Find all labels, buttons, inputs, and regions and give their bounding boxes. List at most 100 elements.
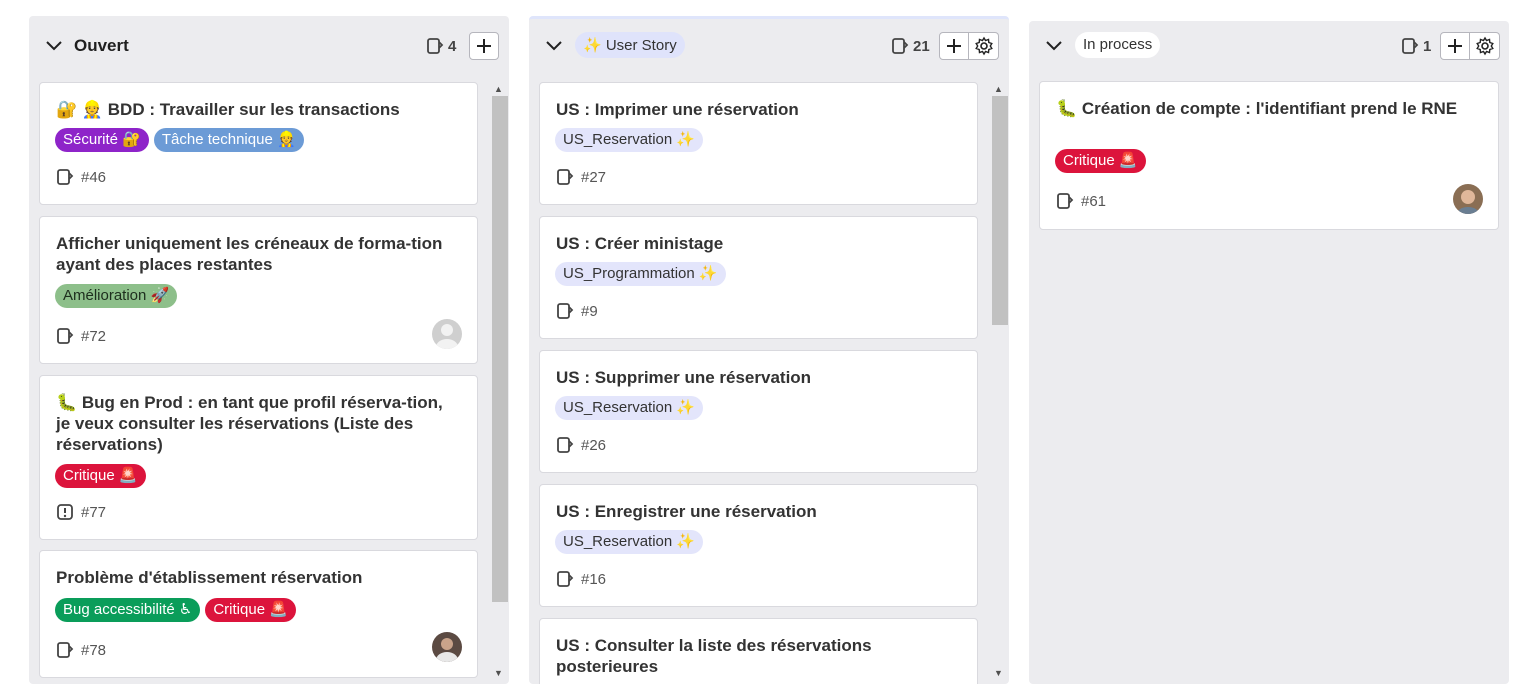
label-tag[interactable]: Amélioration 🚀 [55, 284, 178, 308]
issue-number: #61 [1081, 192, 1107, 210]
issue-card[interactable]: 🔐 👷 BDD : Travailler sur les transaction… [39, 82, 478, 205]
column-header: In process 1 [1029, 21, 1509, 74]
issue-ref[interactable]: #9 [556, 302, 598, 320]
issue-card[interactable]: US : Enregistrer une réservation US_Rese… [539, 484, 978, 607]
issue-count: 4 [426, 37, 456, 55]
issue-ref[interactable]: #16 [556, 570, 606, 588]
label-tag[interactable]: Bug accessibilité ♿ [55, 598, 201, 622]
alert-issue-icon [57, 504, 73, 520]
label-tag[interactable]: Critique 🚨 [205, 598, 296, 622]
issue-card[interactable]: 🐛 Bug en Prod : en tant que profil réser… [39, 375, 478, 540]
add-card-button[interactable] [469, 32, 499, 60]
card-title[interactable]: US : Enregistrer une réservation [556, 501, 947, 522]
issue-ref[interactable]: #27 [556, 168, 606, 186]
kanban-board: Ouvert 4 🔐 👷 BDD : Travailler sur les tr… [0, 0, 1515, 692]
issue-icon [57, 169, 74, 185]
card-title[interactable]: 🐛 Création de compte : l'identifiant pre… [1056, 98, 1468, 119]
issue-card[interactable]: US : Imprimer une réservation US_Reserva… [539, 82, 978, 205]
issue-ref[interactable]: #78 [56, 641, 106, 659]
column-settings-button[interactable] [1470, 32, 1500, 60]
plus-icon [947, 39, 961, 53]
chevron-down-icon[interactable] [543, 36, 565, 54]
issue-icon [557, 437, 574, 453]
scroll-down-arrow-icon[interactable]: ▼ [494, 668, 503, 678]
issue-ref[interactable]: #46 [56, 168, 106, 186]
issue-number: #26 [581, 436, 607, 454]
column-user-story: ✨ User Story 21 US : Imprimer une réserv… [529, 16, 1009, 684]
issue-icon [1057, 193, 1074, 209]
issue-card[interactable]: US : Consulter la liste des réservations… [539, 618, 978, 684]
issue-card[interactable]: US : Supprimer une réservation US_Reserv… [539, 350, 978, 473]
gear-icon [1475, 36, 1494, 56]
card-title[interactable]: Afficher uniquement les créneaux de form… [56, 233, 447, 275]
plus-icon [477, 39, 491, 53]
card-title[interactable]: 🐛 Bug en Prod : en tant que profil réser… [56, 392, 447, 455]
issue-number: #77 [81, 503, 107, 521]
issue-number: #46 [81, 168, 107, 186]
issue-icon [557, 571, 574, 587]
label-tag[interactable]: Sécurité 🔐 [55, 128, 149, 152]
add-card-button[interactable] [1440, 32, 1470, 60]
column-title: In process [1075, 32, 1161, 58]
gear-icon [974, 36, 993, 56]
issue-count: 21 [891, 37, 930, 55]
label-tag[interactable]: US_Reservation ✨ [555, 128, 704, 152]
issue-icon [557, 169, 574, 185]
column-header: ✨ User Story 21 [529, 19, 1009, 74]
scroll-down-arrow-icon[interactable]: ▼ [994, 668, 1003, 678]
issue-card[interactable]: 🐛 Création de compte : l'identifiant pre… [1039, 81, 1499, 230]
issue-card[interactable]: Problème d'établissement réservation Bug… [39, 550, 478, 678]
scrollbar[interactable]: ▲ ▼ [990, 82, 1008, 684]
issue-icon [57, 328, 74, 344]
issue-count-value: 4 [448, 37, 457, 55]
column-title: ✨ User Story [575, 32, 685, 58]
label-tag[interactable]: Critique 🚨 [1055, 149, 1146, 173]
issue-count-value: 21 [913, 37, 930, 55]
column-settings-button[interactable] [969, 32, 999, 60]
label-tag[interactable]: Tâche technique 👷 [153, 128, 304, 152]
scrollbar-thumb[interactable] [492, 96, 508, 602]
column-title: Ouvert [74, 36, 129, 55]
issue-ref[interactable]: #61 [1056, 192, 1106, 210]
card-title[interactable]: 🔐 👷 BDD : Travailler sur les transaction… [56, 99, 447, 120]
issue-icon [892, 38, 909, 54]
chevron-down-icon[interactable] [43, 36, 65, 54]
issue-number: #16 [581, 570, 607, 588]
issue-icon [1402, 38, 1419, 54]
issue-icon [557, 303, 574, 319]
issue-icon [427, 38, 444, 54]
issue-ref[interactable]: #77 [56, 503, 106, 521]
issue-icon [57, 642, 74, 658]
avatar[interactable] [1453, 184, 1483, 214]
scroll-up-arrow-icon[interactable]: ▲ [494, 84, 503, 94]
card-title[interactable]: US : Supprimer une réservation [556, 367, 947, 388]
avatar[interactable] [432, 632, 462, 662]
scroll-up-arrow-icon[interactable]: ▲ [994, 84, 1003, 94]
column-header: Ouvert 4 [29, 16, 509, 74]
issue-count: 1 [1401, 37, 1431, 55]
column-ouvert: Ouvert 4 🔐 👷 BDD : Travailler sur les tr… [29, 16, 509, 684]
chevron-down-icon[interactable] [1043, 36, 1065, 54]
issue-count-value: 1 [1423, 37, 1432, 55]
issue-number: #27 [581, 168, 607, 186]
label-tag[interactable]: US_Reservation ✨ [555, 530, 704, 554]
card-title[interactable]: US : Imprimer une réservation [556, 99, 947, 120]
issue-card[interactable]: US : Créer ministage US_Programmation ✨ … [539, 216, 978, 339]
card-title[interactable]: US : Consulter la liste des réservations… [556, 635, 947, 677]
issue-ref[interactable]: #72 [56, 327, 106, 345]
column-in-process: In process 1 🐛 Création de compte : l'id… [1029, 21, 1509, 684]
card-title[interactable]: Problème d'établissement réservation [56, 567, 447, 588]
scrollbar[interactable]: ▲ ▼ [490, 82, 508, 684]
issue-ref[interactable]: #26 [556, 436, 606, 454]
label-tag[interactable]: US_Programmation ✨ [555, 262, 726, 286]
issue-number: #9 [581, 302, 598, 320]
issue-card[interactable]: Afficher uniquement les créneaux de form… [39, 216, 478, 364]
avatar[interactable] [432, 319, 462, 349]
issue-number: #72 [81, 327, 107, 345]
issue-number: #78 [81, 641, 107, 659]
label-tag[interactable]: Critique 🚨 [55, 464, 146, 488]
card-title[interactable]: US : Créer ministage [556, 233, 947, 254]
label-tag[interactable]: US_Reservation ✨ [555, 396, 704, 420]
add-card-button[interactable] [939, 32, 969, 60]
scrollbar-thumb[interactable] [992, 96, 1008, 325]
